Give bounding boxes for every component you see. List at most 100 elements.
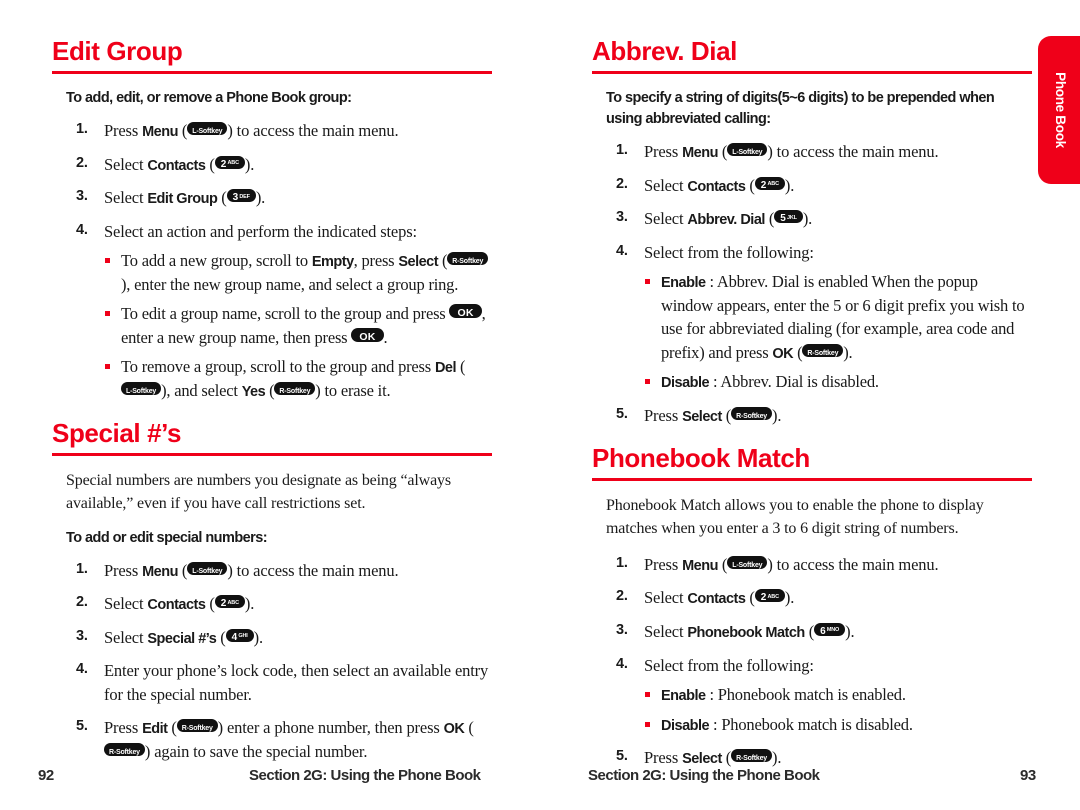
key-right-softkey-icon: R-Softkey: [802, 343, 844, 357]
section-edit-group: Edit Group To add, edit, or remove a Pho…: [52, 38, 492, 402]
key-left-softkey-icon: L-Softkey: [727, 143, 768, 157]
step-text-part: ).: [845, 621, 855, 641]
step-text-part: Select: [104, 627, 148, 647]
bullet-text-part: ) to erase it.: [315, 380, 391, 400]
step-item: 5. Press Select (R-Softkey).: [592, 404, 1032, 428]
step-item: 4. Select from the following: Enable : A…: [592, 241, 1032, 394]
ui-label-ok: OK: [443, 721, 465, 738]
section-paragraph: Phonebook Match allows you to enable the…: [606, 497, 984, 538]
step-list-abbrev-dial: 1. Press Menu (L-Softkey) to access the …: [592, 140, 1032, 427]
step-text-part: Select from the following:: [644, 242, 814, 262]
key-right-softkey-icon: R-Softkey: [176, 719, 218, 733]
ui-label-del: Del: [434, 360, 457, 377]
section-title-phonebook-match: Phonebook Match: [592, 443, 810, 474]
key-2-abc-icon: 2 ABC: [754, 589, 785, 603]
step-number: 1.: [76, 560, 88, 577]
phone-book-thumb-tab: Phone Book: [1038, 36, 1080, 184]
ui-label-contacts: Contacts: [147, 157, 206, 174]
ui-label-empty: Empty: [311, 254, 354, 271]
section-paragraph: Special numbers are numbers you designat…: [66, 472, 451, 512]
ui-label-menu: Menu: [142, 124, 178, 141]
step-text-part: (: [205, 594, 215, 614]
step-item: 1. Press Menu (L-Softkey) to access the …: [592, 553, 1032, 577]
footer-right-page-number: 93: [1020, 767, 1036, 784]
sub-bullet-item: To edit a group name, scroll to the grou…: [104, 302, 492, 349]
step-number: 5.: [616, 748, 628, 765]
step-text-part: ).: [772, 405, 782, 425]
bullet-text-part: : Phonebook match is enabled.: [705, 684, 906, 704]
step-text-part: (: [804, 621, 815, 641]
key-ok-icon: OK: [351, 327, 384, 342]
step-text-part: Enter your phone’s lock code, then selec…: [104, 661, 489, 704]
step-list-phonebook-match: 1. Press Menu (L-Softkey) to access the …: [592, 553, 1032, 770]
bullet-text-part: , press: [353, 251, 399, 271]
step-text-part: (: [216, 627, 226, 647]
ui-label-disable: Disable: [661, 375, 710, 392]
bullet-text-part: To add a new group, scroll to: [121, 251, 312, 271]
step-text-part: ).: [772, 748, 782, 768]
right-page-column: Abbrev. Dial To specify a string of digi…: [592, 38, 1032, 788]
step-text-part: Select from the following:: [644, 655, 814, 675]
step-number: 5.: [616, 405, 628, 422]
key-right-softkey-icon: R-Softkey: [447, 252, 489, 266]
key-5-jkl-icon: 5 JKL: [774, 210, 803, 224]
step-number: 2.: [616, 175, 628, 192]
step-text-part: Select: [644, 209, 688, 229]
sub-bullet-list: Enable : Abbrev. Dial is enabled When th…: [644, 270, 1032, 394]
ui-label-contacts: Contacts: [147, 597, 206, 614]
step-number: 3.: [76, 627, 88, 644]
ui-label-phonebook-match: Phonebook Match: [687, 624, 805, 641]
step-text-part: Select: [644, 175, 688, 195]
step-text-part: Press: [644, 554, 683, 574]
step-text-part: ).: [784, 588, 795, 608]
ui-label-menu: Menu: [682, 557, 718, 574]
footer-left-page-number: 92: [38, 767, 54, 784]
ui-label-enable: Enable: [661, 275, 706, 292]
section-abbrev-dial: Abbrev. Dial To specify a string of digi…: [592, 38, 1032, 427]
step-number: 3.: [616, 209, 628, 226]
step-number: 3.: [76, 188, 88, 205]
ui-label-edit-group: Edit Group: [147, 191, 218, 208]
step-text-part: (: [764, 209, 775, 229]
key-2-abc-icon: 2 ABC: [754, 176, 785, 190]
ui-label-abbrev-dial: Abbrev. Dial: [687, 212, 765, 229]
bullet-text-part: To remove a group, scroll to the group a…: [121, 357, 435, 377]
left-page-column: Edit Group To add, edit, or remove a Pho…: [52, 38, 492, 781]
key-4-ghi-icon: 4 GHI: [225, 628, 254, 642]
section-rule: [592, 478, 1032, 482]
sub-bullet-item: Enable : Phonebook match is enabled.: [644, 683, 1032, 707]
step-number: 4.: [616, 242, 628, 259]
section-title-abbrev-dial: Abbrev. Dial: [592, 36, 737, 66]
step-item: 3. Select Special #’s (4 GHI).: [52, 626, 492, 650]
step-text-part: Press: [644, 405, 683, 425]
step-text-part: Select: [104, 594, 148, 614]
ui-label-select: Select: [682, 408, 722, 425]
ui-label-contacts: Contacts: [687, 178, 746, 195]
key-2-abc-icon: 2 ABC: [214, 595, 245, 609]
step-item: 4. Select from the following: Enable : P…: [592, 654, 1032, 737]
step-text-part: (: [717, 554, 728, 574]
key-left-softkey-icon: L-Softkey: [727, 555, 768, 569]
footer-left-section: Section 2G: Using the Phone Book: [249, 767, 481, 784]
step-text-part: (: [177, 560, 188, 580]
step-item: 1. Press Menu (L-Softkey) to access the …: [592, 140, 1032, 164]
section-rule: [592, 71, 1032, 74]
section-lead-text: To add or edit special numbers:: [66, 529, 268, 546]
bullet-text-part: ), and select: [161, 380, 242, 400]
key-right-softkey-icon: R-Softkey: [731, 749, 772, 763]
key-6-mno-icon: 6 MNO: [814, 622, 846, 636]
sub-bullet-item: Enable : Abbrev. Dial is enabled When th…: [644, 270, 1032, 364]
key-right-softkey-icon: R-Softkey: [104, 742, 145, 756]
ui-label-menu: Menu: [682, 145, 718, 162]
step-text-part: (: [177, 121, 188, 141]
key-ok-icon: OK: [449, 304, 482, 319]
step-number: 2.: [76, 154, 88, 171]
bullet-text-part: : Abbrev. Dial is disabled.: [709, 372, 879, 392]
step-item: 3. Select Edit Group (3 DEF).: [52, 186, 492, 210]
thumb-tab-label: Phone Book: [1053, 72, 1068, 148]
bullet-text-part: (: [456, 357, 466, 377]
ui-label-yes: Yes: [241, 383, 266, 400]
step-text-part: (: [745, 175, 755, 195]
sub-bullet-item: Disable : Abbrev. Dial is disabled.: [644, 370, 1032, 394]
bullet-text-part: (: [438, 251, 448, 271]
